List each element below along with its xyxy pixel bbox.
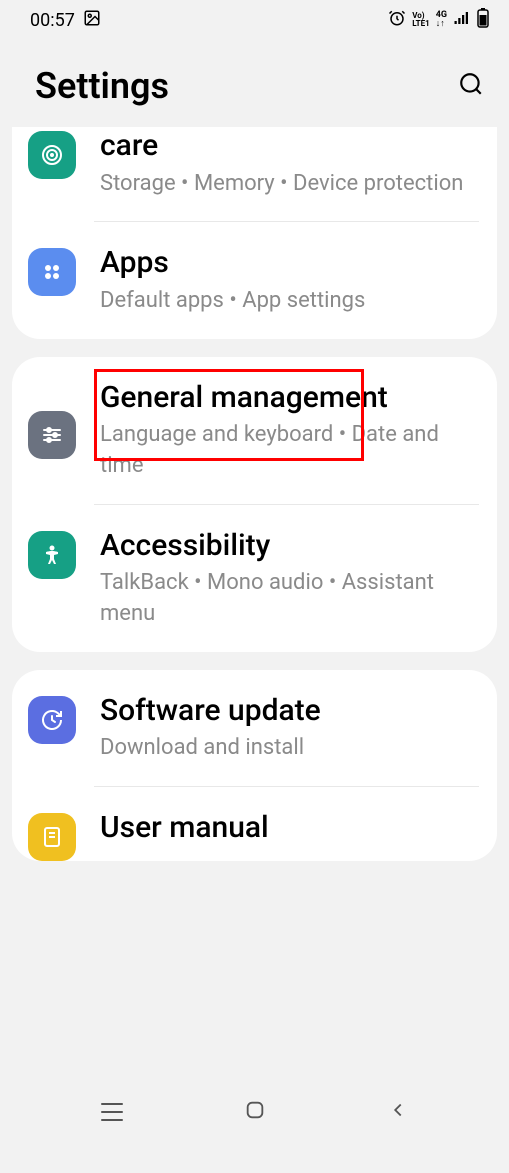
volte-icon: Vo)LTE1 — [412, 12, 430, 28]
image-icon — [83, 9, 101, 32]
device-care-icon — [28, 131, 76, 179]
data-icon: 4G↓↑ — [436, 11, 447, 29]
settings-card: Software update Download and install Use… — [12, 670, 497, 861]
item-subtitle: TalkBack • Mono audio • Assistant menu — [100, 568, 479, 630]
item-title: Accessibility — [100, 527, 479, 565]
list-item-accessibility[interactable]: Accessibility TalkBack • Mono audio • As… — [12, 505, 497, 652]
signal-icon — [453, 9, 471, 32]
status-bar: 00:57 Vo)LTE1 4G↓↑ — [0, 0, 509, 40]
recents-icon — [101, 1103, 123, 1121]
item-title: User manual — [100, 809, 479, 847]
general-management-icon — [28, 411, 76, 459]
item-content: care Storage • Memory • Device protectio… — [100, 127, 479, 199]
list-item-software-update[interactable]: Software update Download and install — [12, 670, 497, 786]
status-time: 00:57 — [30, 10, 75, 31]
search-icon — [458, 71, 484, 97]
software-update-icon — [28, 696, 76, 744]
list-item-apps[interactable]: Apps Default apps • App settings — [12, 222, 497, 338]
item-title: Apps — [100, 244, 479, 282]
list-item-device-care[interactable]: care Storage • Memory • Device protectio… — [12, 127, 497, 221]
item-content: Apps Default apps • App settings — [100, 244, 479, 316]
user-manual-icon — [28, 813, 76, 861]
item-subtitle: Default apps • App settings — [100, 286, 479, 317]
nav-home-button[interactable] — [244, 1099, 266, 1125]
list-item-user-manual[interactable]: User manual — [12, 787, 497, 861]
home-icon — [244, 1099, 266, 1121]
battery-icon — [477, 8, 489, 33]
apps-icon — [28, 248, 76, 296]
item-content: Software update Download and install — [100, 692, 479, 764]
item-subtitle: Download and install — [100, 733, 479, 764]
alarm-icon — [388, 9, 406, 32]
item-title: care — [100, 127, 479, 165]
nav-bar — [0, 1086, 509, 1138]
nav-recents-button[interactable] — [101, 1103, 123, 1121]
item-content: User manual — [100, 809, 479, 851]
nav-back-button[interactable] — [387, 1099, 409, 1125]
item-content: Accessibility TalkBack • Mono audio • As… — [100, 527, 479, 630]
back-icon — [387, 1099, 409, 1121]
accessibility-icon — [28, 531, 76, 579]
search-button[interactable] — [458, 71, 484, 101]
status-left: 00:57 — [30, 9, 101, 32]
content: care Storage • Memory • Device protectio… — [0, 127, 509, 1173]
header: Settings — [0, 40, 509, 127]
settings-card: care Storage • Memory • Device protectio… — [12, 127, 497, 339]
highlight-box — [94, 369, 364, 461]
item-title: Software update — [100, 692, 479, 730]
page-title: Settings — [35, 65, 169, 107]
settings-card: General management Language and keyboard… — [12, 357, 497, 652]
status-right: Vo)LTE1 4G↓↑ — [388, 8, 489, 33]
list-item-general-management[interactable]: General management Language and keyboard… — [12, 357, 497, 504]
item-subtitle: Storage • Memory • Device protection — [100, 169, 479, 200]
